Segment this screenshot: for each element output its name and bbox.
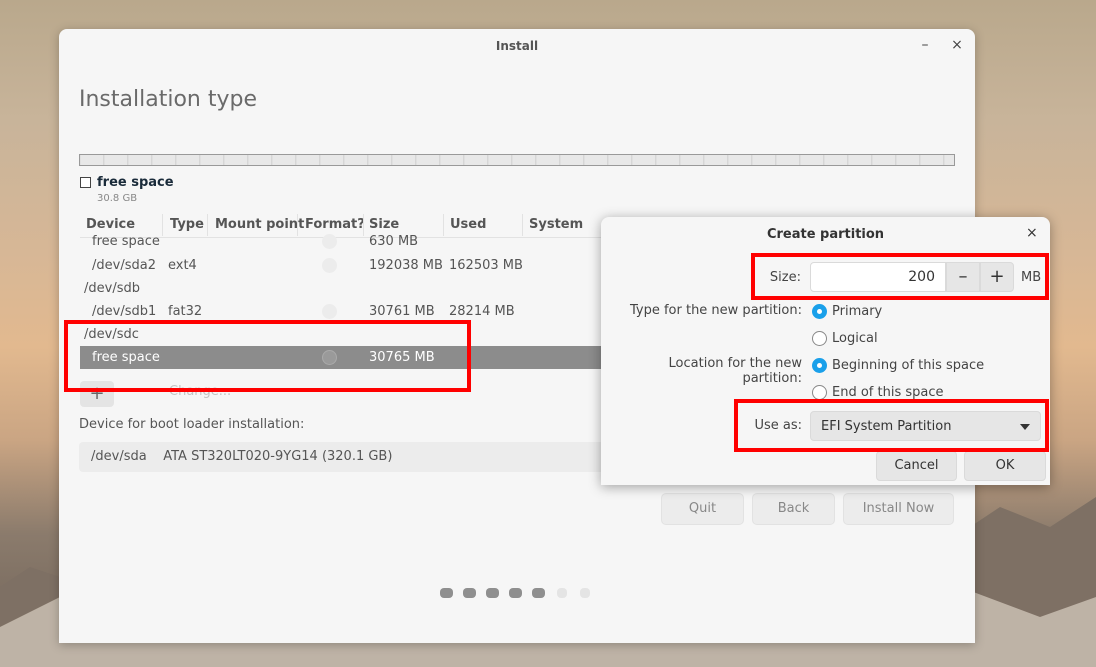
row-size: 30761 MB [369, 304, 435, 319]
table-row[interactable]: /dev/sdb [80, 277, 620, 300]
row-device: /dev/sdb1 [92, 304, 157, 319]
window-title: Install [495, 39, 539, 53]
boot-loader-device: /dev/sda [91, 449, 147, 464]
quit-button[interactable]: Quit [661, 493, 744, 525]
col-type[interactable]: Type [170, 217, 204, 232]
highlight-box [751, 253, 1049, 300]
dialog-title: Create partition [766, 227, 885, 242]
install-now-button[interactable]: Install Now [843, 493, 954, 525]
table-row[interactable]: free space 630 MB [80, 232, 620, 255]
location-label: Location for the new partition: [668, 356, 802, 386]
progress-dot [532, 588, 545, 598]
cancel-button[interactable]: Cancel [876, 451, 957, 481]
col-format[interactable]: Format? [305, 217, 365, 232]
radio-beginning[interactable] [812, 358, 827, 373]
back-button[interactable]: Back [752, 493, 835, 525]
row-device: /dev/sda2 [92, 258, 156, 273]
col-system[interactable]: System [529, 217, 583, 232]
type-label: Type for the new partition: [629, 303, 802, 318]
format-checkbox[interactable] [322, 304, 337, 319]
close-icon[interactable]: × [1026, 225, 1038, 241]
radio-beginning-label[interactable]: Beginning of this space [832, 358, 984, 373]
radio-primary-label[interactable]: Primary [832, 304, 882, 319]
row-used: 162503 MB [449, 258, 523, 273]
format-checkbox[interactable] [322, 234, 337, 249]
row-device: /dev/sdb [84, 281, 140, 296]
row-type: ext4 [168, 258, 197, 273]
progress-dot [509, 588, 522, 598]
progress-dot [463, 588, 476, 598]
boot-loader-model: ATA ST320LT020-9YG14 (320.1 GB) [163, 449, 393, 464]
boot-loader-select[interactable]: /dev/sda ATA ST320LT020-9YG14 (320.1 GB) [79, 442, 639, 472]
progress-dot [486, 588, 499, 598]
minimize-icon[interactable]: – [917, 37, 933, 53]
row-device: free space [92, 234, 160, 249]
boot-loader-label: Device for boot loader installation: [79, 417, 305, 432]
row-type: fat32 [168, 304, 203, 319]
ok-button[interactable]: OK [964, 451, 1046, 481]
highlight-box [64, 320, 471, 392]
radio-primary[interactable] [812, 304, 827, 319]
radio-end[interactable] [812, 385, 827, 400]
partition-legend-label: free space [97, 175, 174, 190]
col-size[interactable]: Size [369, 217, 399, 232]
row-size: 192038 MB [369, 258, 443, 273]
format-checkbox[interactable] [322, 258, 337, 273]
page-title: Installation type [79, 87, 257, 112]
partition-color-swatch [80, 177, 91, 188]
progress-dot [440, 588, 453, 598]
progress-dot [557, 588, 567, 598]
radio-end-label[interactable]: End of this space [832, 385, 944, 400]
radio-logical-label[interactable]: Logical [832, 331, 878, 346]
row-size: 630 MB [369, 234, 419, 249]
table-row[interactable]: /dev/sda2 ext4 192038 MB 162503 MB [80, 254, 620, 277]
radio-logical[interactable] [812, 331, 827, 346]
progress-dot [580, 588, 590, 598]
partition-bar [79, 154, 955, 166]
col-used[interactable]: Used [450, 217, 486, 232]
close-icon[interactable]: × [949, 37, 965, 53]
partition-legend-size: 30.8 GB [97, 193, 138, 204]
col-device[interactable]: Device [86, 217, 135, 232]
highlight-box [734, 399, 1049, 452]
row-used: 28214 MB [449, 304, 515, 319]
col-mount-point[interactable]: Mount point [215, 217, 304, 232]
